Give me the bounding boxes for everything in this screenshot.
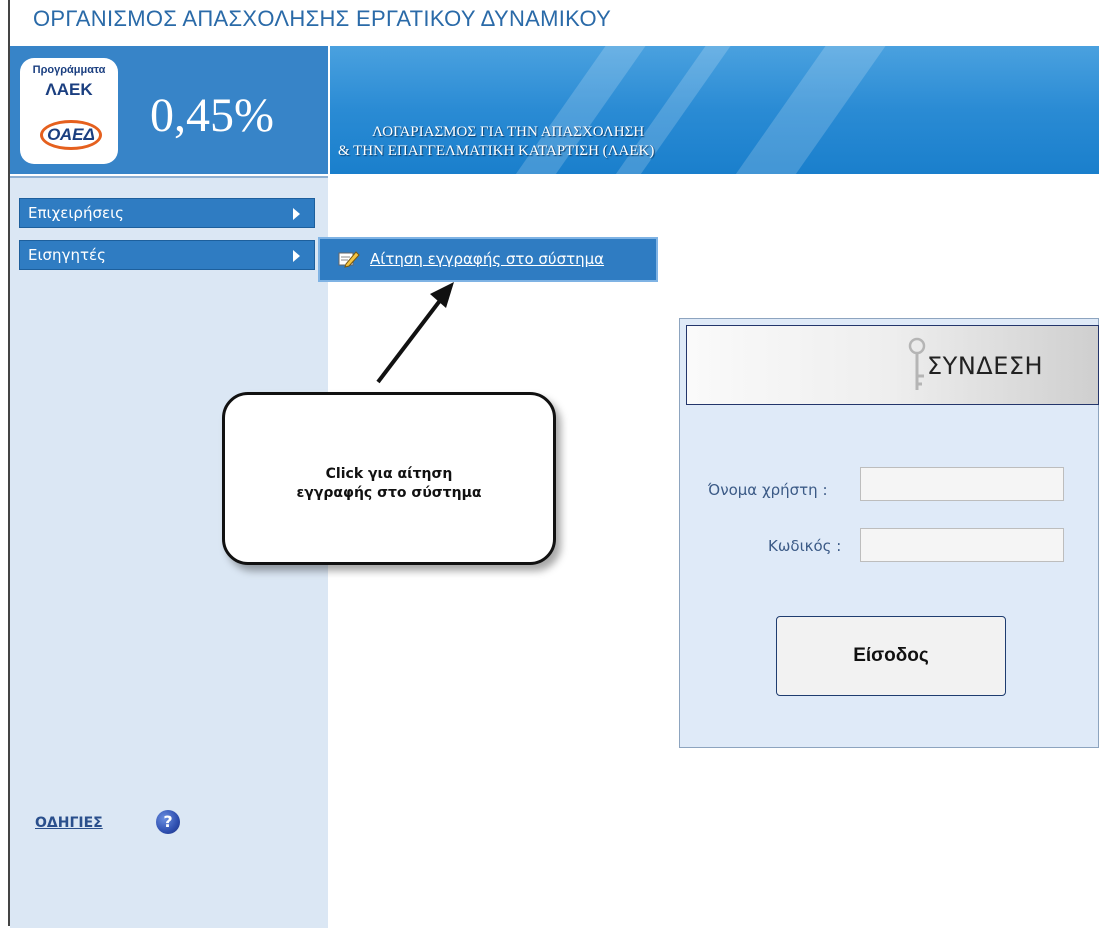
account-title: ΛΟΓΑΡΙΑΣΜΟΣ ΓΙΑ ΤΗΝ ΑΠΑΣΧΟΛΗΣΗ & ΤΗΝ ΕΠΑ… (338, 123, 654, 161)
callout-line1: Click για αίτηση (325, 466, 453, 482)
password-label: Κωδικός : (768, 537, 842, 555)
edit-pencil-icon (338, 251, 360, 268)
percentage-label: 0,45% (150, 89, 274, 142)
login-button[interactable]: Είσοδος (776, 616, 1006, 696)
oaed-logo-text: ΟΑΕΔ (47, 125, 95, 144)
logo-laek-text: ΛΑΕΚ (45, 80, 93, 99)
logo-programs-text: Προγράμματα (32, 64, 106, 76)
sidebar-item-businesses[interactable]: Επιχειρήσεις (19, 198, 315, 228)
password-input[interactable] (860, 528, 1064, 562)
login-title: ΣΥΝΔΕΣΗ (927, 352, 1044, 380)
chevron-right-icon (293, 250, 300, 262)
sidebar-item-label: Εισηγητές (28, 246, 106, 264)
instruction-callout: Click για αίτηση εγγραφής στο σύστημα (222, 392, 556, 565)
organization-title: ΟΡΓΑΝΙΣΜΟΣ ΑΠΑΣΧΟΛΗΣΗΣ ΕΡΓΑΤΙΚΟΥ ΔΥΝΑΜΙΚ… (33, 6, 612, 31)
chevron-right-icon (293, 208, 300, 220)
login-header: ΣΥΝΔΕΣΗ (686, 325, 1099, 405)
account-title-line1: ΛΟΓΑΡΙΑΣΜΟΣ ΓΙΑ ΤΗΝ ΑΠΑΣΧΟΛΗΣΗ (372, 124, 645, 140)
callout-arrow (376, 282, 454, 384)
username-input[interactable] (860, 467, 1064, 501)
username-label: Όνομα χρήστη : (708, 481, 828, 499)
submenu-label: Αίτηση εγγραφής στο σύστημα (370, 250, 605, 268)
instructions-link[interactable]: ΟΔΗΓΙΕΣ (35, 815, 103, 831)
sidebar-item-label: Επιχειρήσεις (28, 204, 124, 222)
account-title-line2: & ΤΗΝ ΕΠΑΓΓΕΛΜΑΤΙΚΗ ΚΑΤΑΡΤΙΣΗ (ΛΑΕΚ) (338, 143, 655, 159)
sidebar-item-instructors[interactable]: Εισηγητές (19, 240, 315, 270)
submenu-registration-request[interactable]: Αίτηση εγγραφής στο σύστημα (318, 237, 658, 282)
callout-text: Click για αίτηση εγγραφής στο σύστημα (225, 465, 553, 503)
laek-logo: Προγράμματα ΛΑΕΚ ΟΑΕΔ (20, 58, 118, 164)
callout-line2: εγγραφής στο σύστημα (296, 485, 482, 501)
oaed-logo-oval: ΟΑΕΔ (40, 120, 102, 150)
help-icon[interactable]: ? (156, 810, 180, 834)
